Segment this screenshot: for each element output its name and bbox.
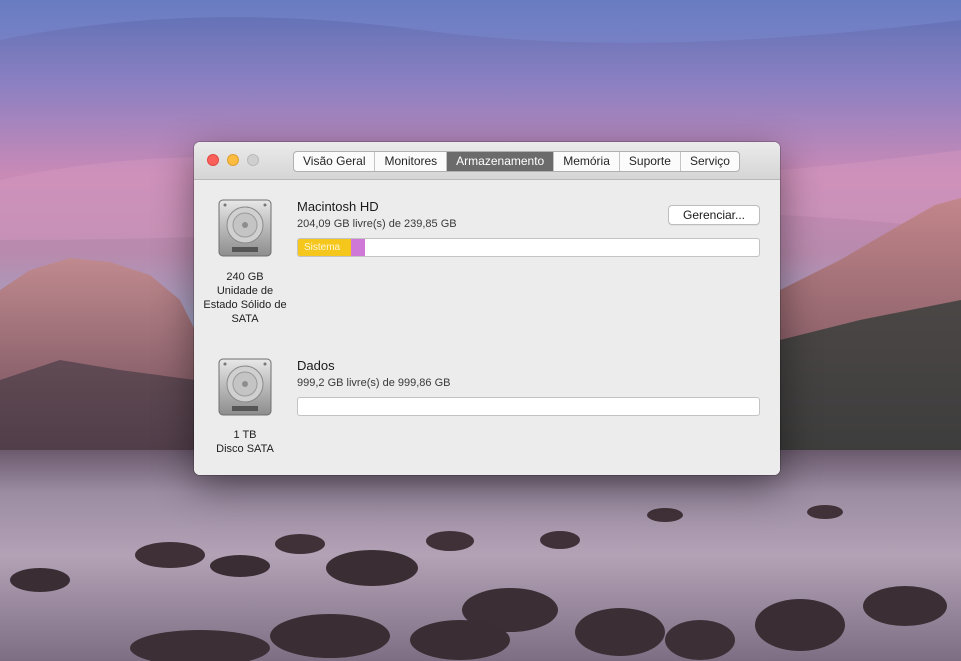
- drive-2-caption: 1 TB Disco SATA: [194, 428, 300, 456]
- drive-2-free: 999,2 GB livre(s) de 999,86 GB: [297, 377, 451, 389]
- drive-1-caption: 240 GB Unidade de Estado Sólido de SATA: [194, 270, 300, 326]
- usage-segment: Sistema: [298, 239, 351, 256]
- storage-panel: 240 GB Unidade de Estado Sólido de SATA …: [194, 180, 780, 475]
- title-bar: Visão Geral Monitores Armazenamento Memó…: [194, 142, 780, 180]
- caption-line: SATA: [231, 313, 259, 325]
- usage-segment: [351, 239, 365, 256]
- tab-bar: Visão Geral Monitores Armazenamento Memó…: [293, 151, 740, 172]
- tab-storage[interactable]: Armazenamento: [447, 152, 555, 171]
- zoom-button[interactable]: [247, 154, 259, 166]
- usage-segment-label: Sistema: [304, 242, 341, 253]
- close-button[interactable]: [207, 154, 219, 166]
- minimize-button[interactable]: [227, 154, 239, 166]
- caption-line: 240 GB: [226, 271, 264, 283]
- drive-1-usage-bar: Sistema: [297, 238, 760, 257]
- caption-line: Disco SATA: [216, 443, 274, 455]
- hard-drive-icon: [218, 199, 272, 257]
- caption-line: 1 TB: [233, 429, 257, 441]
- caption-line: Unidade de: [216, 285, 274, 297]
- drive-2-usage-bar: [297, 397, 760, 416]
- drive-1-name: Macintosh HD: [297, 199, 379, 214]
- tab-service[interactable]: Serviço: [681, 152, 739, 171]
- desktop: Visão Geral Monitores Armazenamento Memó…: [0, 0, 961, 661]
- caption-line: Estado Sólido de: [203, 299, 287, 311]
- tab-displays[interactable]: Monitores: [375, 152, 448, 171]
- drive-2-name: Dados: [297, 358, 335, 373]
- tab-overview[interactable]: Visão Geral: [294, 152, 376, 171]
- tab-support[interactable]: Suporte: [620, 152, 681, 171]
- drive-1-free: 204,09 GB livre(s) de 239,85 GB: [297, 218, 457, 230]
- hard-drive-icon: [218, 358, 272, 416]
- about-this-mac-window: Visão Geral Monitores Armazenamento Memó…: [194, 142, 780, 475]
- tab-memory[interactable]: Memória: [554, 152, 620, 171]
- manage-button[interactable]: Gerenciar...: [668, 205, 760, 225]
